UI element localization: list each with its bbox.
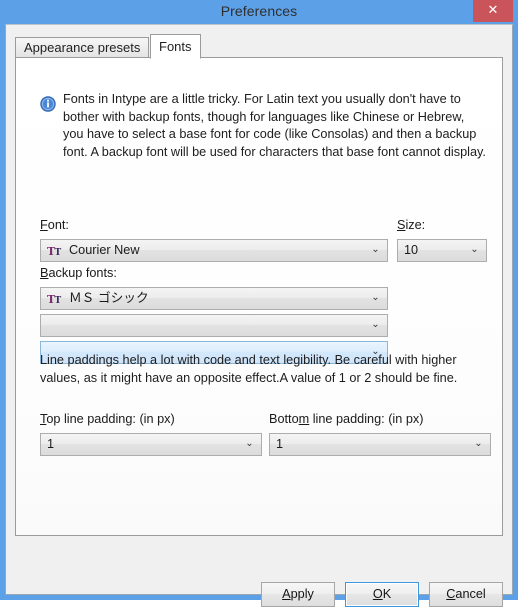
bottom-line-padding-label: Bottom line padding: (in px): [269, 412, 423, 426]
title-bar: Preferences ✕: [0, 0, 518, 24]
backup-fonts-label: Backup fonts:: [40, 266, 117, 280]
bottom-line-padding-label-b: line padding: (in px): [309, 412, 424, 426]
truetype-font-icon: T T: [47, 291, 64, 306]
chevron-down-icon: ⌄: [371, 244, 380, 255]
bottom-line-padding-value: 1: [276, 437, 284, 451]
chevron-down-icon: ⌄: [371, 319, 380, 330]
top-line-padding-value: 1: [47, 437, 55, 451]
chevron-down-icon: ⌄: [245, 438, 254, 449]
info-description: Fonts in Intype are a little tricky. For…: [63, 92, 486, 159]
backup-font-combo-1[interactable]: T T ＭＳ ゴシック ⌄: [40, 287, 388, 310]
font-combo-value: Courier New: [69, 243, 140, 257]
close-icon: ✕: [487, 3, 499, 18]
tab-fonts-label: Fonts: [159, 39, 192, 54]
top-line-padding-label-rest: op line padding: (in px): [46, 412, 175, 426]
backup-font-combo-2[interactable]: ⌄: [40, 314, 388, 337]
tab-appearance-presets-label: Appearance presets: [24, 40, 141, 55]
preferences-dialog-window: Preferences ✕ Appearance presets Fonts F…: [0, 0, 518, 607]
top-line-padding-combo[interactable]: 1 ⌄: [40, 433, 262, 456]
tab-appearance-presets[interactable]: Appearance presets: [15, 37, 150, 58]
close-button[interactable]: ✕: [473, 0, 513, 22]
bottom-line-padding-combo[interactable]: 1 ⌄: [269, 433, 491, 456]
backup-fonts-label-rest: ackup fonts:: [48, 266, 117, 280]
tab-strip: Appearance presets Fonts: [15, 34, 505, 59]
bottom-line-padding-label-accel: m: [298, 412, 310, 426]
ok-button-label: K: [382, 587, 392, 601]
chevron-down-icon: ⌄: [371, 292, 380, 303]
window-title: Preferences: [220, 3, 298, 19]
size-combo[interactable]: 10 ⌄: [397, 239, 487, 262]
cancel-button-label: ancel: [455, 587, 486, 601]
apply-button[interactable]: Apply: [261, 582, 335, 607]
dialog-client-area: Appearance presets Fonts Fonts in Intype…: [5, 24, 513, 607]
line-padding-hint: Line paddings help a lot with code and t…: [40, 353, 458, 385]
font-label: Font:: [40, 218, 69, 232]
chevron-down-icon: ⌄: [474, 438, 483, 449]
font-label-accel: F: [40, 218, 48, 232]
backup-font-combo-2-value: [47, 315, 365, 336]
size-label-rest: ize:: [405, 218, 426, 232]
ok-button-accel: O: [372, 587, 383, 601]
svg-text:T: T: [55, 248, 62, 258]
info-icon: [40, 96, 56, 112]
svg-text:T: T: [55, 296, 62, 306]
apply-button-accel: A: [282, 587, 291, 601]
size-combo-value: 10: [404, 243, 419, 257]
fonts-tab-panel: Fonts in Intype are a little tricky. For…: [15, 57, 503, 536]
tab-fonts[interactable]: Fonts: [150, 34, 201, 59]
truetype-font-icon: T T: [47, 243, 64, 258]
size-label: Size:: [397, 218, 425, 232]
ok-button[interactable]: OK: [345, 582, 419, 607]
backup-font-combo-1-value: ＭＳ ゴシック: [69, 291, 149, 305]
chevron-down-icon: ⌄: [470, 244, 479, 255]
cancel-button[interactable]: Cancel: [429, 582, 503, 607]
bottom-line-padding-label-a: Botto: [269, 412, 299, 426]
font-combo[interactable]: T T Courier New ⌄: [40, 239, 388, 262]
apply-button-label: pply: [290, 587, 314, 601]
font-label-rest: ont:: [47, 218, 69, 232]
top-line-padding-label: Top line padding: (in px): [40, 412, 175, 426]
